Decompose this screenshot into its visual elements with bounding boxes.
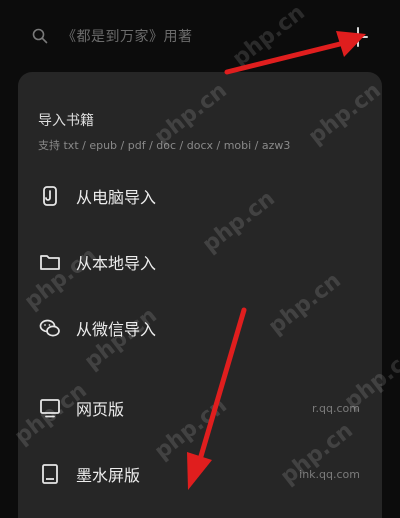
import-from-local-label: 从本地导入: [76, 254, 157, 273]
supported-formats-text: 支持 txt / epub / pdf / doc / docx / mobi …: [38, 139, 291, 152]
folder-icon: [40, 255, 60, 270]
e-ink-version-url: ink.qq.com: [299, 467, 360, 481]
import-from-wechat-label: 从微信导入: [76, 320, 157, 339]
app-screen: 《都是到万家》用著 导入书籍 支持 txt / epub / pdf / doc…: [0, 0, 400, 518]
search-placeholder: 《都是到万家》用著: [62, 29, 193, 45]
e-ink-version-item[interactable]: 墨水屏版 ink.qq.com: [18, 454, 382, 494]
web-version-url: r.qq.com: [312, 401, 360, 415]
import-from-wechat-item[interactable]: 从微信导入: [18, 308, 382, 348]
import-from-computer-item[interactable]: 从电脑导入: [18, 176, 382, 216]
web-version-label: 网页版: [76, 400, 125, 419]
wechat-icon: [39, 319, 60, 337]
import-book-sheet: 导入书籍 支持 txt / epub / pdf / doc / docx / …: [18, 72, 382, 518]
e-ink-version-label: 墨水屏版: [76, 466, 141, 485]
import-section-title: 导入书籍: [38, 113, 94, 129]
monitor-icon: [40, 399, 60, 418]
web-version-item[interactable]: 网页版 r.qq.com: [18, 388, 382, 428]
e-reader-icon: [42, 464, 58, 484]
usb-transfer-icon: [43, 186, 57, 206]
plus-icon[interactable]: [345, 24, 371, 50]
search-bar[interactable]: 《都是到万家》用著: [18, 16, 330, 56]
import-from-local-item[interactable]: 从本地导入: [18, 242, 382, 282]
import-from-computer-label: 从电脑导入: [76, 188, 157, 207]
search-icon: [32, 28, 48, 44]
